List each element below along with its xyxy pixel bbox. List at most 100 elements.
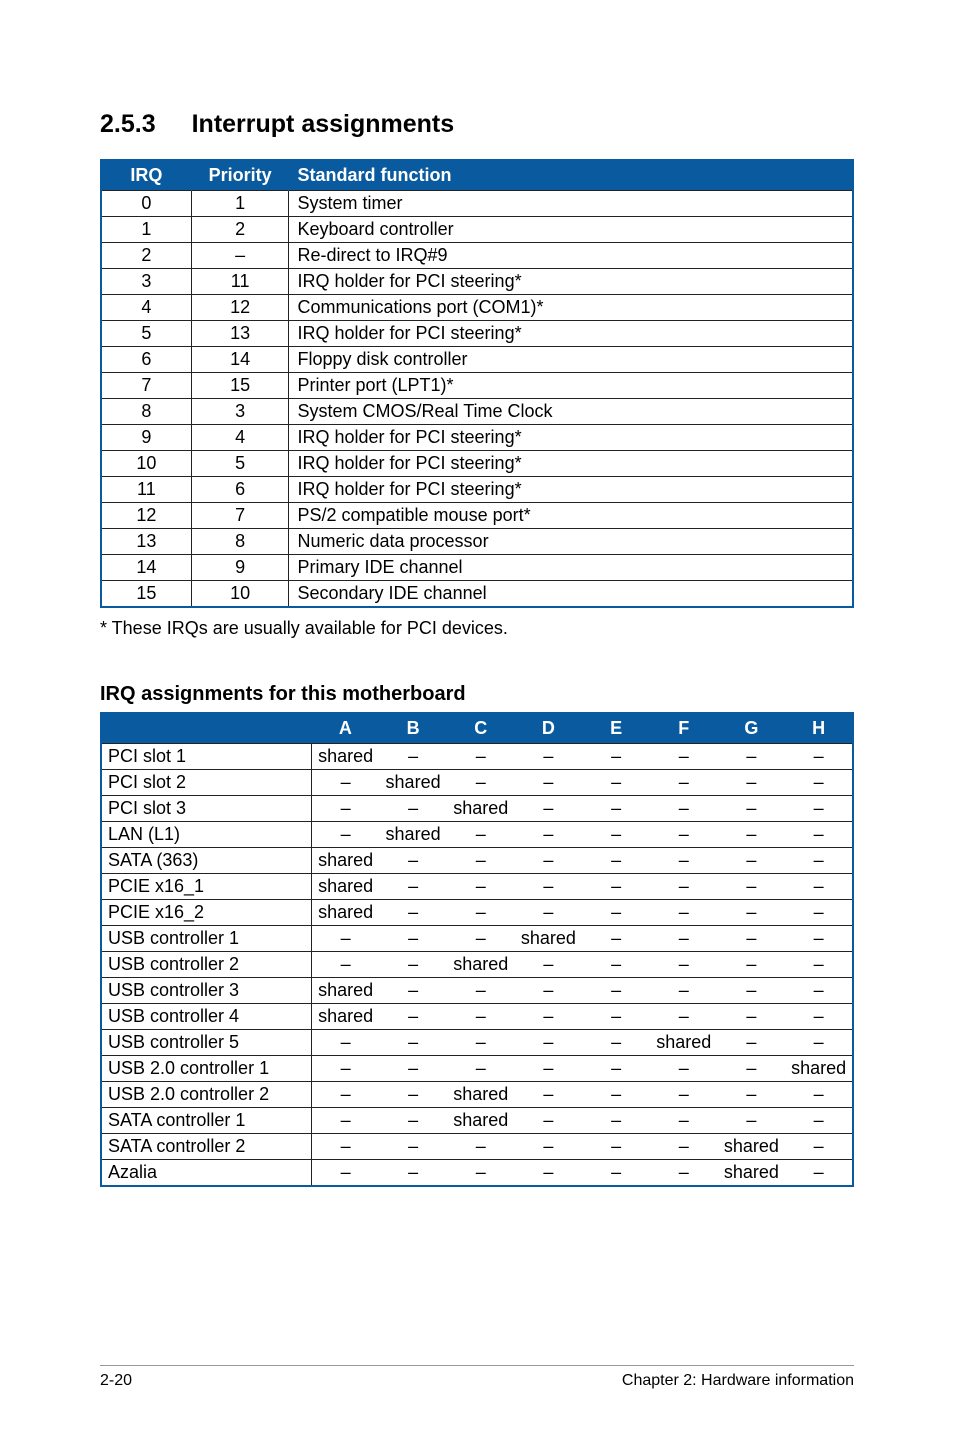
table-row: SATA controller 1––shared–––––: [101, 1108, 853, 1134]
assign-cell: –: [312, 822, 380, 848]
assign-cell: shared: [447, 1108, 515, 1134]
function-cell: IRQ holder for PCI steering*: [289, 321, 853, 347]
assign-header-e: E: [582, 713, 650, 744]
device-cell: LAN (L1): [101, 822, 312, 848]
function-cell: Numeric data processor: [289, 529, 853, 555]
assign-cell: –: [785, 1134, 853, 1160]
footer-page-number: 2-20: [100, 1372, 132, 1390]
device-cell: USB controller 1: [101, 926, 312, 952]
device-cell: USB controller 2: [101, 952, 312, 978]
assign-cell: –: [718, 1056, 786, 1082]
assign-cell: –: [718, 770, 786, 796]
priority-cell: 9: [191, 555, 289, 581]
assign-cell: shared: [515, 926, 583, 952]
assign-cell: –: [650, 926, 718, 952]
function-cell: Printer port (LPT1)*: [289, 373, 853, 399]
function-cell: System timer: [289, 191, 853, 217]
irq-cell: 14: [101, 555, 191, 581]
assign-cell: shared: [379, 822, 447, 848]
priority-cell: 15: [191, 373, 289, 399]
irq-cell: 7: [101, 373, 191, 399]
page: 2.5.3Interrupt assignments IRQ Priority …: [0, 0, 954, 1438]
assign-cell: –: [582, 1056, 650, 1082]
assign-cell: –: [785, 874, 853, 900]
assign-cell: shared: [312, 874, 380, 900]
table-row: 149Primary IDE channel: [101, 555, 853, 581]
assign-cell: shared: [312, 900, 380, 926]
assign-cell: –: [650, 900, 718, 926]
table-row: USB 2.0 controller 2––shared–––––: [101, 1082, 853, 1108]
assign-cell: –: [379, 1030, 447, 1056]
section-title: 2.5.3Interrupt assignments: [100, 110, 854, 139]
assign-cell: –: [447, 978, 515, 1004]
function-cell: Keyboard controller: [289, 217, 853, 243]
assign-cell: –: [718, 848, 786, 874]
irq-cell: 4: [101, 295, 191, 321]
priority-cell: 12: [191, 295, 289, 321]
assign-cell: –: [312, 796, 380, 822]
assign-cell: –: [447, 822, 515, 848]
table-row: PCIE x16_2shared–––––––: [101, 900, 853, 926]
assign-cell: –: [582, 900, 650, 926]
section-number: 2.5.3: [100, 110, 156, 139]
assign-header-blank: [101, 713, 312, 744]
assign-cell: –: [447, 1160, 515, 1187]
assign-cell: –: [379, 926, 447, 952]
assign-cell: shared: [447, 1082, 515, 1108]
assign-cell: –: [447, 1030, 515, 1056]
assign-cell: –: [785, 1082, 853, 1108]
function-cell: IRQ holder for PCI steering*: [289, 425, 853, 451]
assign-cell: shared: [447, 796, 515, 822]
priority-cell: 14: [191, 347, 289, 373]
assign-cell: –: [582, 822, 650, 848]
assign-cell: –: [447, 744, 515, 770]
table-row: 94IRQ holder for PCI steering*: [101, 425, 853, 451]
device-cell: Azalia: [101, 1160, 312, 1187]
assign-cell: –: [515, 1108, 583, 1134]
assign-cell: –: [785, 926, 853, 952]
device-cell: SATA (363): [101, 848, 312, 874]
table-row: Azalia––––––shared–: [101, 1160, 853, 1187]
table-row: 12Keyboard controller: [101, 217, 853, 243]
irq-cell: 1: [101, 217, 191, 243]
assign-cell: –: [447, 770, 515, 796]
assign-cell: –: [718, 1004, 786, 1030]
device-cell: USB controller 4: [101, 1004, 312, 1030]
irq-cell: 11: [101, 477, 191, 503]
assign-cell: –: [379, 1004, 447, 1030]
assign-cell: –: [582, 848, 650, 874]
assign-cell: –: [650, 770, 718, 796]
table-row: 2–Re-direct to IRQ#9: [101, 243, 853, 269]
assign-cell: –: [785, 770, 853, 796]
assign-cell: –: [582, 770, 650, 796]
assign-cell: –: [379, 1082, 447, 1108]
irq-cell: 5: [101, 321, 191, 347]
assign-cell: –: [718, 1030, 786, 1056]
assign-cell: –: [515, 1082, 583, 1108]
assign-cell: –: [785, 900, 853, 926]
assign-cell: –: [312, 952, 380, 978]
assign-cell: –: [515, 796, 583, 822]
assign-cell: –: [650, 874, 718, 900]
irq-header-irq: IRQ: [101, 160, 191, 191]
irq-cell: 0: [101, 191, 191, 217]
assign-cell: –: [582, 978, 650, 1004]
assign-cell: –: [582, 874, 650, 900]
irq-cell: 10: [101, 451, 191, 477]
assign-cell: –: [515, 900, 583, 926]
table-row: 412Communications port (COM1)*: [101, 295, 853, 321]
assign-cell: –: [515, 1030, 583, 1056]
assign-cell: –: [718, 926, 786, 952]
irq-cell: 15: [101, 581, 191, 608]
device-cell: USB controller 3: [101, 978, 312, 1004]
assign-cell: –: [515, 822, 583, 848]
priority-cell: 11: [191, 269, 289, 295]
assign-cell: –: [718, 744, 786, 770]
page-footer: 2-20 Chapter 2: Hardware information: [100, 1365, 854, 1390]
assign-cell: –: [650, 1082, 718, 1108]
irq-header-fn: Standard function: [289, 160, 853, 191]
assign-cell: –: [515, 978, 583, 1004]
device-cell: USB 2.0 controller 2: [101, 1082, 312, 1108]
assign-cell: –: [447, 900, 515, 926]
assign-cell: –: [379, 796, 447, 822]
